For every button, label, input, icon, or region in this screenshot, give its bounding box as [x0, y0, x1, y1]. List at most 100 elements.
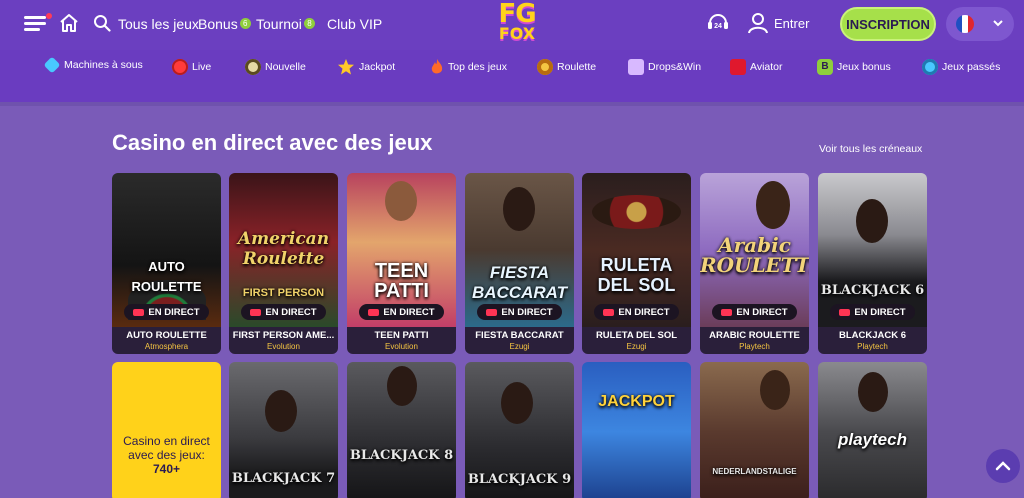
game-card-auto-roulette[interactable]: AUTO ROULETTE EN DIRECT AUTO ROULETTE Atm… [112, 173, 221, 354]
scroll-to-top-button[interactable] [986, 449, 1020, 483]
game-provider: Evolution [267, 342, 300, 351]
chevron-up-icon [995, 461, 1011, 471]
game-card-blackjack-6[interactable]: BLACKJACK 6 EN DIRECT BLACKJACK 6 Playtec… [818, 173, 927, 354]
game-title-art: NEDERLANDSTALIGE [712, 467, 797, 476]
top-bar: Tous les jeux Bonus 6 Tournoi 8 Club VIP F… [0, 0, 1024, 50]
game-card-fiesta-baccarat[interactable]: FIESTA BACCARAT EN DIRECT FIESTA BACCARA… [465, 173, 574, 354]
dealer-figure [265, 390, 297, 432]
see-all-link[interactable]: Voir tous les créneaux [819, 143, 922, 155]
chevron-down-icon [993, 20, 1003, 27]
game-card-teen-patti[interactable]: TEEN PATTI EN DIRECT TEEN PATTI Evolution [347, 173, 456, 354]
live-icon [721, 308, 733, 316]
live-icon [486, 308, 498, 316]
language-selector[interactable] [946, 7, 1014, 41]
game-info: ARABIC ROULETTE Playtech [700, 327, 809, 354]
category-slots[interactable]: Machines à sous [43, 56, 143, 74]
game-name: FIESTA BACCARAT [475, 330, 564, 341]
history-icon [922, 59, 938, 75]
dealer-figure [756, 181, 790, 229]
category-roulette[interactable]: Roulette [537, 59, 596, 75]
game-title-art: American Roulette [237, 229, 330, 269]
promo-line-2: avec des jeux: [128, 448, 205, 462]
new-icon [245, 59, 261, 75]
game-card-playtech[interactable]: playtech [818, 362, 927, 498]
game-info: FIRST PERSON AME... Evolution [229, 327, 338, 354]
nav-bonus[interactable]: Bonus 6 [198, 16, 251, 32]
home-icon[interactable] [59, 13, 79, 33]
game-info: BLACKJACK 6 Playtech [818, 327, 927, 354]
game-card-ruleta-del-sol[interactable]: RULETA DEL SOL EN DIRECT RULETA DEL SOL E… [582, 173, 691, 354]
game-card-arabic-roulette[interactable]: Arabic ROULETTE EN DIRECT ARABIC ROULETT… [700, 173, 809, 354]
roulette-icon [537, 59, 553, 75]
tournament-count-badge: 8 [303, 18, 315, 29]
game-title-art: JACKPOT [598, 393, 675, 410]
game-provider: Playtech [857, 342, 888, 351]
live-badge: EN DIRECT [241, 304, 326, 320]
game-card-blackjack-7[interactable]: BLACKJACK 7 [229, 362, 338, 498]
category-bonus-games[interactable]: B Jeux bonus [817, 59, 891, 75]
game-provider: Evolution [385, 342, 418, 351]
game-title-art: BLACKJACK 8 [349, 448, 454, 463]
live-casino-count-card[interactable]: Casino en direct avec des jeux: 740+ [112, 362, 221, 498]
game-card-american-roulette[interactable]: American Roulette FIRST PERSON EN DIRECT… [229, 173, 338, 354]
category-aviator[interactable]: Aviator [730, 59, 783, 75]
category-drops-win[interactable]: Drops&Win [628, 59, 701, 75]
game-provider: Ezugi [509, 342, 530, 351]
fgfox-logo[interactable]: FG FOX [488, 1, 546, 46]
game-title-art: Arabic ROULETTE [700, 233, 809, 277]
promo-line-1: Casino en direct [123, 434, 210, 448]
signup-button[interactable]: INSCRIPTION [840, 7, 936, 41]
live-icon [603, 308, 615, 316]
first-person-label: FIRST PERSON [242, 287, 325, 299]
game-info: TEEN PATTI Evolution [347, 327, 456, 354]
login-link[interactable]: Entrer [774, 16, 809, 31]
game-title-art: RULETA DEL SOL [597, 255, 676, 295]
search-icon[interactable] [93, 14, 111, 32]
category-new[interactable]: Nouvelle [245, 59, 306, 75]
roulette-wheel [592, 195, 681, 229]
fire-icon [431, 59, 443, 74]
game-title-art: AUTO ROULETTE [131, 259, 202, 294]
live-badge: EN DIRECT [477, 304, 562, 320]
game-provider: Playtech [739, 342, 770, 351]
aviator-icon [730, 59, 746, 75]
game-card-blackjack-9[interactable]: BLACKJACK 9 [465, 362, 574, 498]
game-info: AUTO ROULETTE Atmosphera [112, 327, 221, 354]
game-info: FIESTA BACCARAT Ezugi [465, 327, 574, 354]
category-jackpot[interactable]: Jackpot [337, 59, 395, 75]
user-icon[interactable] [748, 12, 768, 34]
live-icon [133, 308, 145, 316]
game-name: BLACKJACK 6 [838, 330, 907, 341]
dealer-figure [501, 382, 533, 424]
header-divider [0, 102, 1024, 106]
game-title-art: FIESTA BACCARAT [471, 263, 568, 302]
game-info: RULETA DEL SOL Ezugi [582, 327, 691, 354]
nav-vip-club[interactable]: Club VIP [327, 16, 382, 32]
nav-tournament[interactable]: Tournoi 8 [256, 16, 315, 32]
bonus-icon: B [817, 59, 833, 75]
dealer-figure [385, 181, 417, 221]
dealer-figure [760, 370, 790, 410]
category-live[interactable]: Live [172, 59, 211, 75]
game-card-nederlandstalige[interactable]: NEDERLANDSTALIGE [700, 362, 809, 498]
category-top-games[interactable]: Top des jeux [430, 59, 507, 75]
game-name: RULETA DEL SOL [595, 330, 678, 341]
live-badge: EN DIRECT [124, 304, 209, 320]
game-card-jackpot-live[interactable]: JACKPOT [582, 362, 691, 498]
game-thumbnail [582, 362, 691, 498]
dealer-figure [856, 199, 888, 243]
nav-all-games[interactable]: Tous les jeux [118, 16, 199, 32]
game-provider: Ezugi [626, 342, 647, 351]
support-24-icon[interactable]: 24 [706, 12, 730, 34]
drops-icon [628, 59, 644, 75]
live-badge: EN DIRECT [830, 304, 915, 320]
game-title-art: BLACKJACK 7 [231, 471, 336, 486]
category-recent-games[interactable]: Jeux passés [922, 59, 1000, 75]
game-name: FIRST PERSON AME... [232, 330, 335, 341]
live-icon [172, 59, 188, 75]
menu-icon[interactable] [24, 13, 52, 33]
game-name: TEEN PATTI [374, 330, 429, 341]
game-title-art: playtech [838, 430, 907, 449]
france-flag-icon [956, 15, 974, 33]
game-card-blackjack-8[interactable]: BLACKJACK 8 [347, 362, 456, 498]
